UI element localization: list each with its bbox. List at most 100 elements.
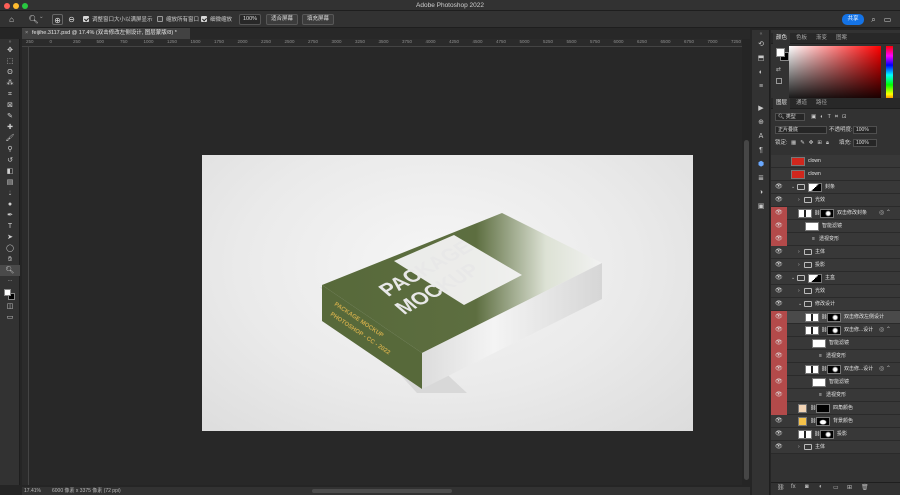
eye-icon[interactable]: 👁︎ [775,233,783,246]
expand-arrow-icon[interactable]: › [798,441,800,454]
healing-tool-icon[interactable]: ✚ [0,122,20,133]
eye-icon[interactable]: 👁︎ [775,298,783,311]
layer-row[interactable]: 👁︎ ⌄ 修改设计 [771,298,900,311]
layer-mask-thumb[interactable] [820,430,834,439]
blur-tool-icon[interactable]: 💧︎ [0,188,20,199]
zoom-in-icon[interactable]: ⊕ [52,14,63,25]
new-group-icon[interactable]: ▭ [833,484,839,491]
path-selection-icon[interactable]: ➤ [0,232,20,243]
layer-mask-thumb[interactable] [827,313,841,322]
fx-icon[interactable]: fx [791,484,796,490]
eye-icon[interactable]: 👁︎ [775,376,783,389]
foreground-swatch[interactable] [4,289,11,296]
layer-row[interactable]: 👁︎ › 主体 [771,441,900,454]
filter-options-icon[interactable]: ≡ [812,233,815,246]
cloud-docs-icon[interactable]: ⬢ [752,158,770,172]
adjustment-layer-icon[interactable]: ◐ [819,484,823,490]
zoom-icon[interactable]: 🔍︎ [28,14,39,25]
brush-settings-icon[interactable]: ⊕ [752,116,770,130]
layer-row[interactable]: 👁︎ 智能滤镜 [771,376,900,389]
smart-object-thumb[interactable] [798,209,812,218]
eye-icon[interactable]: 👁︎ [775,207,783,220]
gradient-tool-icon[interactable]: ▤ [0,177,20,188]
tab-layers-1[interactable]: 通道 [793,98,810,109]
layer-row[interactable]: clown [771,155,900,168]
opacity-field[interactable]: 100% [853,126,877,134]
smart-filter-indicator-icon[interactable]: ◎ ⌃ [879,324,891,337]
eye-icon[interactable]: 👁︎ [775,272,783,285]
navigator-icon[interactable]: ▣ [752,200,770,214]
filter-options-icon[interactable]: ≡ [819,350,822,363]
info-icon[interactable]: ◑ [752,186,770,200]
vertical-scrollbar[interactable] [744,140,749,480]
frame-tool-icon[interactable]: ⊠ [0,100,20,111]
eye-icon[interactable]: 👁︎ [775,194,783,207]
more-tools-icon[interactable]: ··· [0,276,20,287]
magic-wand-tool-icon[interactable]: ⁂ [0,78,20,89]
tab-layers-2[interactable]: 路径 [813,98,830,109]
layer-mask-thumb[interactable] [816,417,830,426]
eye-icon[interactable]: 👁︎ [775,337,783,350]
filter-options-icon[interactable]: ≡ [819,389,822,402]
eye-icon[interactable]: 👁︎ [775,324,783,337]
zoom-tool-icon[interactable]: 🔍︎ [0,265,20,276]
layer-row[interactable]: 👁︎ ⛓ 双击修改封条 ◎ ⌃ [771,207,900,220]
close-tab-icon[interactable]: × [25,28,28,39]
tab-color-3[interactable]: 图案 [833,33,850,44]
layer-row[interactable]: 👁︎ ⛓ 双击修...设计 ◎ ⌃ [771,324,900,337]
expand-arrow-icon[interactable]: › [798,246,800,259]
eyedropper-tool-icon[interactable]: ✎ [0,111,20,122]
collapse-panels-icon[interactable]: « [752,30,770,38]
eye-icon[interactable]: 👁︎ [775,350,783,363]
link-layers-icon[interactable]: ⛓ [777,484,785,491]
libraries-icon[interactable]: ⬒ [752,52,770,66]
layer-row[interactable]: 👁︎ ⌄ 主盒 [771,272,900,285]
layer-row[interactable]: 👁︎ › 投影 [771,259,900,272]
layer-row[interactable]: 👁︎ ⌄ 封条 [771,181,900,194]
layer-row[interactable]: 👁︎ ⛓ 双击修改左侧设计 [771,311,900,324]
layer-row[interactable]: 👁︎ › 光效 [771,194,900,207]
new-layer-icon[interactable]: ⊞ [847,484,852,491]
eye-icon[interactable]: 👁︎ [775,220,783,233]
expand-arrow-icon[interactable]: ⌄ [791,181,795,194]
eraser-tool-icon[interactable]: ◧ [0,166,20,177]
eye-icon[interactable]: 👁︎ [775,441,783,454]
layer-mask-thumb[interactable] [820,209,834,218]
smart-object-thumb[interactable] [805,365,819,374]
status-doc-info[interactable]: 6000 像素 x 3375 像素 (72 ppi) [52,487,121,495]
smart-object-thumb[interactable] [805,326,819,335]
color-foreground-swatch[interactable] [776,48,785,57]
layer-mask-thumb[interactable] [827,365,841,374]
color-picker-field[interactable] [789,46,881,104]
fill-swatch-thumb[interactable] [798,404,807,413]
zoom-value-field[interactable]: 100% [239,14,261,25]
shape-tool-icon[interactable]: ◯ [0,243,20,254]
paragraph-icon[interactable]: ¶ [752,144,770,158]
layer-row[interactable]: 👁︎ ⛓ 投影 [771,428,900,441]
expand-arrow-icon[interactable]: › [798,285,800,298]
fill-swatch-thumb[interactable] [798,417,807,426]
smart-filter-thumb[interactable] [812,378,826,387]
brush-tool-icon[interactable]: 🖌︎ [0,133,20,144]
scrubby-zoom-checkbox[interactable] [201,16,207,22]
search-icon[interactable]: ⌕ [868,14,879,25]
layer-mask-thumb[interactable] [808,183,822,192]
eye-icon[interactable]: 👁︎ [775,285,783,298]
history-brush-icon[interactable]: ↺ [0,155,20,166]
smart-filter-thumb[interactable] [805,222,819,231]
blend-mode-select[interactable]: 正片叠底 [775,126,827,134]
delete-layer-icon[interactable]: 🗑︎ [861,484,869,491]
layer-row[interactable]: 👁︎ ⛓ 双击修...设计 ◎ ⌃ [771,363,900,376]
quick-mask-icon[interactable]: ◫ [0,301,20,312]
smart-object-thumb[interactable] [798,430,812,439]
swap-colors-icon[interactable]: ⇄ [776,66,781,73]
pen-tool-icon[interactable]: ✒ [0,210,20,221]
layer-row[interactable]: 👁︎ › 主体 [771,246,900,259]
eye-icon[interactable]: 👁︎ [775,259,783,272]
home-icon[interactable]: ⌂ [6,14,17,25]
expand-arrow-icon[interactable]: ⌄ [791,272,795,285]
layer-mask-thumb[interactable] [827,326,841,335]
layer-row[interactable]: 👁︎ ≡ 透视变形 [771,233,900,246]
tab-color-1[interactable]: 色板 [793,33,810,44]
history-icon[interactable]: ⟲ [752,38,770,52]
